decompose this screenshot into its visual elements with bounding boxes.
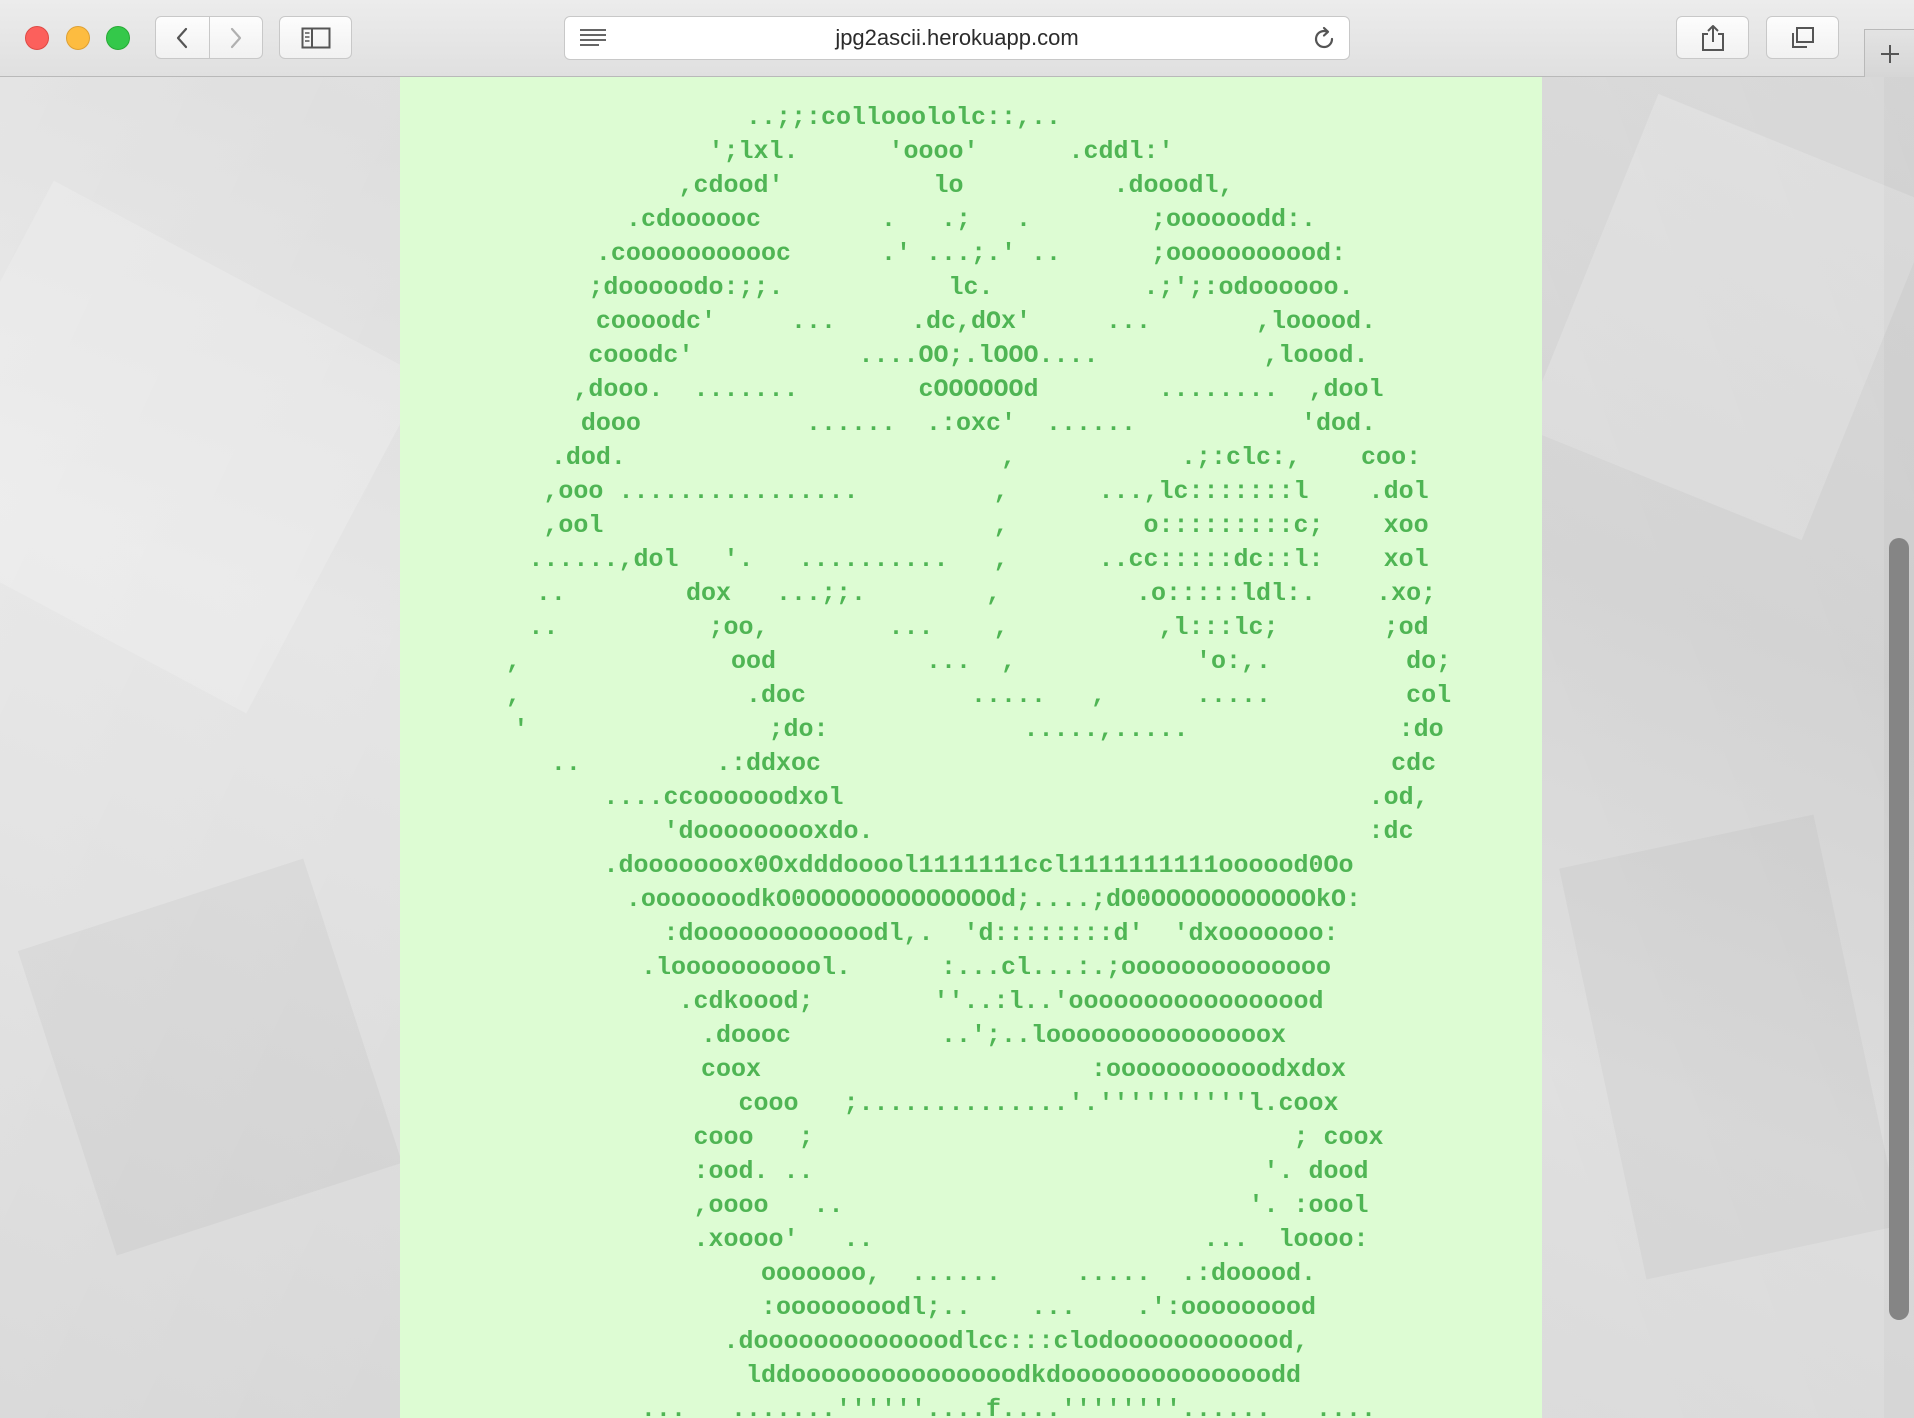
close-window-button[interactable] xyxy=(25,26,49,50)
navigation-buttons xyxy=(155,16,263,59)
share-icon xyxy=(1701,24,1724,51)
reload-icon[interactable] xyxy=(1311,26,1337,52)
ascii-art-text: ..;;:collooololc::,.. ';lxl. 'oooo' .cdd… xyxy=(505,103,1452,1418)
tabs-overview-button[interactable] xyxy=(1766,16,1839,59)
browser-toolbar: jpg2ascii.herokuapp.com xyxy=(0,0,1914,77)
sidebar-icon xyxy=(301,27,330,48)
sidebar-button[interactable] xyxy=(279,16,352,59)
web-content: ..;;:collooololc::,.. ';lxl. 'oooo' .cdd… xyxy=(0,77,1914,1418)
background-facet xyxy=(0,180,425,714)
forward-button[interactable] xyxy=(208,17,263,58)
background-facet xyxy=(1523,93,1914,541)
new-tab-button[interactable] xyxy=(1864,29,1914,77)
address-bar[interactable]: jpg2ascii.herokuapp.com xyxy=(564,16,1350,60)
scrollbar-thumb[interactable] xyxy=(1889,538,1909,1320)
plus-icon xyxy=(1880,44,1899,63)
chevron-right-icon xyxy=(230,27,241,48)
share-button[interactable] xyxy=(1676,16,1749,59)
background-facet xyxy=(1559,815,1901,1280)
background-facet xyxy=(18,858,402,1255)
ascii-art-panel: ..;;:collooololc::,.. ';lxl. 'oooo' .cdd… xyxy=(400,77,1542,1418)
url-text: jpg2ascii.herokuapp.com xyxy=(835,25,1079,50)
chevron-left-icon xyxy=(177,27,188,48)
zoom-window-button[interactable] xyxy=(106,26,130,50)
back-button[interactable] xyxy=(156,17,209,58)
minimize-window-button[interactable] xyxy=(66,26,90,50)
tabs-overview-icon xyxy=(1791,26,1814,48)
